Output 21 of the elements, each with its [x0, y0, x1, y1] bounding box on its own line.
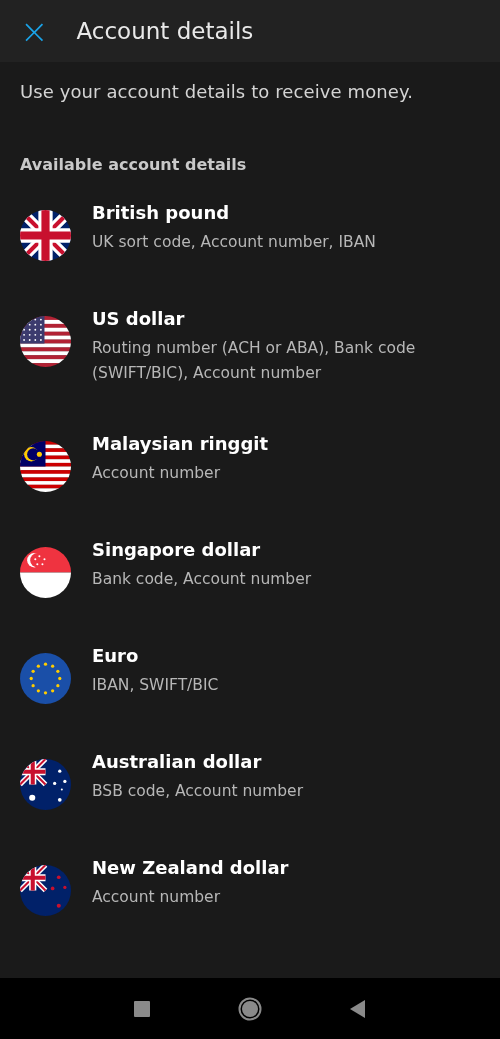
account-details-text: Account number: [92, 887, 221, 909]
currency-name[interactable]: Malaysian ringgit: [92, 432, 269, 456]
page-title: Account details: [76, 16, 254, 46]
section-label: Available account details: [20, 154, 248, 176]
account-details-text: Routing number (ACH or ABA), Bank code (SWIFT/BIC), Account number: [92, 338, 417, 385]
account-details-text: IBAN, SWIFT/BIC: [92, 675, 219, 697]
intro-text: Use your account details to receive money.: [20, 80, 414, 104]
account-details-text: Account number: [92, 463, 221, 485]
recent-apps-icon[interactable]: [134, 1000, 150, 1017]
back-icon[interactable]: [350, 999, 366, 1018]
currency-name[interactable]: Euro: [92, 644, 219, 668]
currency-name[interactable]: US dollar: [92, 307, 480, 331]
home-icon[interactable]: [238, 996, 262, 1021]
close-icon[interactable]: ×: [20, 14, 49, 48]
currency-name[interactable]: Australian dollar: [92, 750, 303, 774]
account-details-text: BSB code, Account number: [92, 781, 303, 803]
currency-name[interactable]: British pound: [92, 201, 376, 225]
account-details-text: Bank code, Account number: [92, 569, 312, 591]
currency-name[interactable]: Singapore dollar: [92, 538, 312, 562]
currency-name[interactable]: New Zealand dollar: [92, 856, 289, 880]
account-details-text: UK sort code, Account number, IBAN: [92, 232, 376, 254]
